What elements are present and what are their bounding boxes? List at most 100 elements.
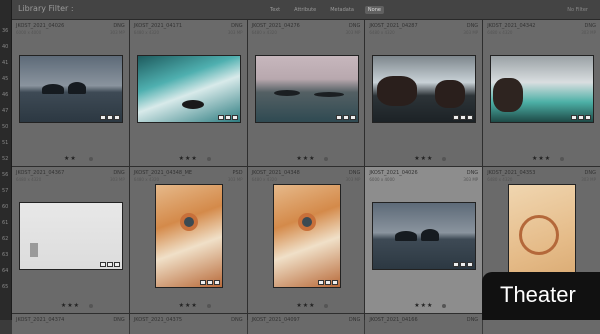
flag-dot[interactable] [442,304,447,308]
library-filter-title: Library Filter : [18,4,74,13]
file-format: DNG [113,170,125,176]
star-rating[interactable]: ★★★ [179,155,198,162]
row-number: 52 [2,156,9,162]
file-format: DNG [348,317,361,323]
flag-dot[interactable] [560,157,564,161]
star-rating[interactable]: ★★★ [179,302,198,309]
filter-tab-attribute[interactable]: Attribute [291,6,319,14]
file-name: JKOST_2021_04166 [369,317,418,323]
thumbnail-badges [335,115,356,120]
file-format: DNG [113,23,125,29]
photo-thumbnail[interactable] [136,55,241,123]
star-rating[interactable]: ★★★ [532,155,551,162]
file-format: PSD [232,170,243,176]
grid-cell[interactable]: JKOST_2021_04348_ME PSD 6480 x 4320 303 MP ★… [129,167,247,313]
star-rating[interactable]: ★★★ [296,302,315,309]
theater-overlay: Theater [482,272,600,320]
row-number: 61 [2,220,9,226]
flag-dot[interactable] [324,304,329,308]
row-number: 40 [2,44,9,50]
image-size: 303 MP [463,30,479,35]
grid-cell[interactable]: JKOST_2021_04287 DNG 6480 x 4320 303 MP ★★★ [365,20,483,166]
row-number: 36 [2,28,9,34]
filter-tab-none[interactable]: None [364,6,384,14]
star-rating[interactable]: ★★★ [414,302,433,309]
filter-tab-text[interactable]: Text [267,6,283,14]
image-dimensions: 6480 x 4320 [133,177,160,182]
row-number: 47 [2,108,9,114]
flag-dot[interactable] [324,157,329,161]
flag-dot[interactable] [442,157,447,161]
thumbnail-badges [100,262,120,267]
image-dimensions: 6480 x 4320 [487,30,513,35]
filter-tabs: Text Attribute Metadata None [267,6,384,14]
grid-cell[interactable]: JKOST_2021_04026 DNG 6000 x 4000 303 MP ★★ [12,20,129,166]
photo-thumbnail[interactable] [19,55,123,123]
file-name: JKOST_2021_04342 [487,23,536,29]
image-dimensions: 6480 x 4320 [487,177,513,182]
file-format: DNG [584,170,596,176]
file-name: JKOST_2021_04353 [487,170,536,176]
grid-cell[interactable]: JKOST_2021_04367 DNG 6480 x 4320 303 MP ★★★ [12,167,129,313]
image-dimensions: 6000 x 4000 [16,30,42,35]
file-format: DNG [584,23,596,29]
row-number: 64 [2,268,9,274]
file-name: JKOST_2021_04348 [251,170,300,176]
file-name: JKOST_2021_04348_ME [133,170,193,176]
row-number: 62 [2,236,9,242]
grid-cell[interactable]: JKOST_2021_04375 DNG [129,314,247,334]
row-number: 45 [2,76,9,82]
photo-thumbnail[interactable] [372,55,477,123]
flag-dot[interactable] [206,157,211,161]
thumbnail-badges [453,262,474,267]
star-rating[interactable]: ★★★ [61,302,80,309]
file-name: JKOST_2021_04367 [16,170,65,176]
file-format: DNG [231,317,243,323]
image-size: 303 MP [345,177,361,182]
grid-cell[interactable]: JKOST_2021_04026 DNG 6000 x 4000 303 MP ★★★ [365,167,483,313]
row-number: 60 [2,204,9,210]
image-size: 303 MP [110,30,125,35]
star-rating[interactable]: ★★ [64,155,77,162]
file-format: DNG [348,23,361,29]
row-number: 57 [2,188,9,194]
photo-thumbnail[interactable] [19,202,123,270]
star-rating[interactable]: ★★★ [414,155,433,162]
file-format: DNG [466,23,479,29]
photo-thumbnail[interactable] [154,184,223,288]
file-name: JKOST_2021_04375 [133,317,183,323]
photo-thumbnail[interactable] [254,55,359,123]
star-rating[interactable]: ★★★ [296,155,315,162]
row-number: 50 [2,124,9,130]
grid-cell[interactable]: JKOST_2021_04171 DNG 6480 x 4320 303 MP ★★★ [129,20,247,166]
grid-cell[interactable]: JKOST_2021_04166 DNG [365,314,483,334]
row-number: 63 [2,252,9,258]
row-number: 65 [2,284,9,290]
flag-dot[interactable] [88,304,93,308]
thumbnail-badges [217,115,238,120]
filter-tab-metadata[interactable]: Metadata [327,6,357,14]
file-name: JKOST_2021_04026 [369,170,418,176]
flag-dot[interactable] [206,304,211,308]
image-dimensions: 6480 x 4320 [16,177,42,182]
grid-cell[interactable]: JKOST_2021_04374 DNG [12,314,129,334]
grid-cell[interactable]: JKOST_2021_04276 DNG 6480 x 4320 303 MP ★★★ [247,20,365,166]
file-name: JKOST_2021_04026 [16,23,65,29]
row-number: 51 [2,140,9,146]
grid-cell[interactable]: JKOST_2021_04097 DNG [247,314,365,334]
photo-thumbnail[interactable] [272,184,341,288]
image-dimensions: 6480 x 4320 [369,30,395,35]
flag-dot[interactable] [88,157,93,161]
file-name: JKOST_2021_04374 [16,317,65,323]
image-dimensions: 6000 x 4000 [369,177,395,182]
thumbnail-badges [317,280,338,285]
file-name: JKOST_2021_04276 [251,23,300,29]
image-dimensions: 6480 x 4320 [251,30,277,35]
file-format: DNG [231,23,243,29]
photo-thumbnail[interactable] [372,202,477,270]
grid-cell[interactable]: JKOST_2021_04342 DNG 6480 x 4320 303 MP ★★★ [483,20,600,166]
file-name: JKOST_2021_04287 [369,23,418,29]
photo-thumbnail[interactable] [490,55,595,123]
grid-cell[interactable]: JKOST_2021_04348 DNG 6480 x 4320 303 MP ★★★ [247,167,365,313]
filter-preset[interactable]: No Filter [567,7,588,13]
